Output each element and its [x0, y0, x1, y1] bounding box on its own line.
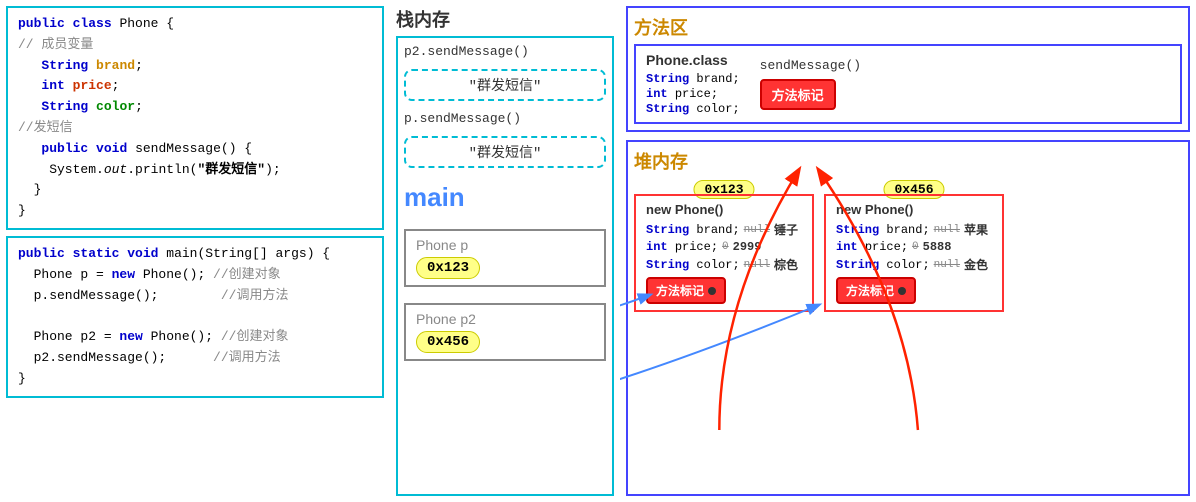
heap-obj1: new Phone() String brand; null 锤子 int pr… — [634, 194, 814, 312]
code-brace1: } — [18, 180, 372, 201]
main-line1: public static void main(String[] args) { — [18, 244, 372, 265]
stack-call1: p2.sendMessage() — [404, 44, 606, 59]
stack-frame-p: Phone p 0x0x123123 — [404, 229, 606, 287]
main-line2: Phone p = new Phone(); //创建对象 — [18, 265, 372, 286]
middle-panel: 栈内存 p2.sendMessage() "群发短信" p.sendMessag… — [390, 0, 620, 502]
frame-p-addr: 0x0x123123 — [416, 257, 480, 279]
frame-p-title: Phone p — [416, 237, 594, 253]
code-comment2: //发短信 — [18, 118, 372, 139]
heap-obj2-wrapper: 0x456 new Phone() String brand; null 苹果 … — [824, 194, 1004, 312]
left-panel: public class Phone { // 成员变量 String bran… — [0, 0, 390, 502]
stack-bubble1: "群发短信" — [404, 69, 606, 101]
code-comment1: // 成员变量 — [18, 35, 372, 56]
method-area: 方法区 Phone.class String brand; int price;… — [626, 6, 1190, 132]
frame-p2-addr: 0x456 — [416, 331, 480, 353]
method-field2: int price; — [646, 87, 740, 101]
method-class-block: Phone.class String brand; int price; Str… — [646, 52, 740, 116]
heap-obj1-field2: int price; 0 2999 — [646, 240, 802, 254]
method-area-inner: Phone.class String brand; int price; Str… — [634, 44, 1182, 124]
main-close: } — [18, 369, 372, 390]
stack-bubble2: "群发短信" — [404, 136, 606, 168]
heap-objects: 0x123 new Phone() String brand; null 锤子 … — [634, 178, 1182, 312]
method-field1: String brand; — [646, 72, 740, 86]
heap-area: 堆内存 0x123 new Phone() String brand; null… — [626, 140, 1190, 496]
heap-area-title: 堆内存 — [634, 148, 1182, 174]
main-line3: p.sendMessage(); //调用方法 — [18, 286, 372, 307]
stack-call2: p.sendMessage() — [404, 111, 606, 126]
method-fields: String brand; int price; String color; — [646, 72, 740, 116]
heap-obj2-title: new Phone() — [836, 202, 992, 217]
stack-title: 栈内存 — [396, 6, 614, 32]
method-area-badge: 方法标记 — [760, 79, 836, 110]
heap-obj1-title: new Phone() — [646, 202, 802, 217]
method-class-title: Phone.class — [646, 52, 740, 68]
heap-obj1-field1: String brand; null 锤子 — [646, 221, 802, 238]
heap-obj1-field3: String color; null 棕色 — [646, 256, 802, 273]
main-label: main — [404, 182, 606, 213]
code-field2: int price; — [18, 76, 372, 97]
code-field3: String color; — [18, 97, 372, 118]
heap-obj2: new Phone() String brand; null 苹果 int pr… — [824, 194, 1004, 312]
main-code-box: public static void main(String[] args) {… — [6, 236, 384, 398]
heap-obj2-field2: int price; 0 5888 — [836, 240, 992, 254]
kw-class: class — [73, 16, 112, 31]
kw-public: public — [18, 16, 65, 31]
right-panel: 方法区 Phone.class String brand; int price;… — [620, 0, 1196, 502]
heap-obj1-method-badge: 方法标记 — [646, 277, 726, 304]
dot-connector2 — [898, 287, 906, 295]
heap-obj2-fields: String brand; null 苹果 int price; 0 5888 … — [836, 221, 992, 273]
heap-obj1-wrapper: 0x123 new Phone() String brand; null 锤子 … — [634, 194, 814, 312]
stack-outer: p2.sendMessage() "群发短信" p.sendMessage() … — [396, 36, 614, 496]
main-line4: Phone p2 = new Phone(); //创建对象 — [18, 327, 372, 348]
code-method1: public void sendMessage() { — [18, 139, 372, 160]
method-field3: String color; — [646, 102, 740, 116]
heap-obj2-method-badge: 方法标记 — [836, 277, 916, 304]
heap-obj2-field3: String color; null 金色 — [836, 256, 992, 273]
main-spacer — [18, 306, 372, 327]
dot-connector1 — [708, 287, 716, 295]
method-area-title: 方法区 — [634, 14, 1182, 40]
code-brace2: } — [18, 201, 372, 222]
method-right-block: sendMessage() 方法标记 — [760, 58, 861, 110]
method-name: sendMessage() — [760, 58, 861, 73]
code-field1: String brand; — [18, 56, 372, 77]
heap-obj2-field1: String brand; null 苹果 — [836, 221, 992, 238]
frame-p2-title: Phone p2 — [416, 311, 594, 327]
heap-obj1-fields: String brand; null 锤子 int price; 0 2999 … — [646, 221, 802, 273]
code-line: public class Phone { — [18, 14, 372, 35]
main-line5: p2.sendMessage(); //调用方法 — [18, 348, 372, 369]
stack-frame-p2: Phone p2 0x456 — [404, 303, 606, 361]
class-code-box: public class Phone { // 成员变量 String bran… — [6, 6, 384, 230]
code-method2: System.out.println("群发短信"); — [18, 160, 372, 181]
